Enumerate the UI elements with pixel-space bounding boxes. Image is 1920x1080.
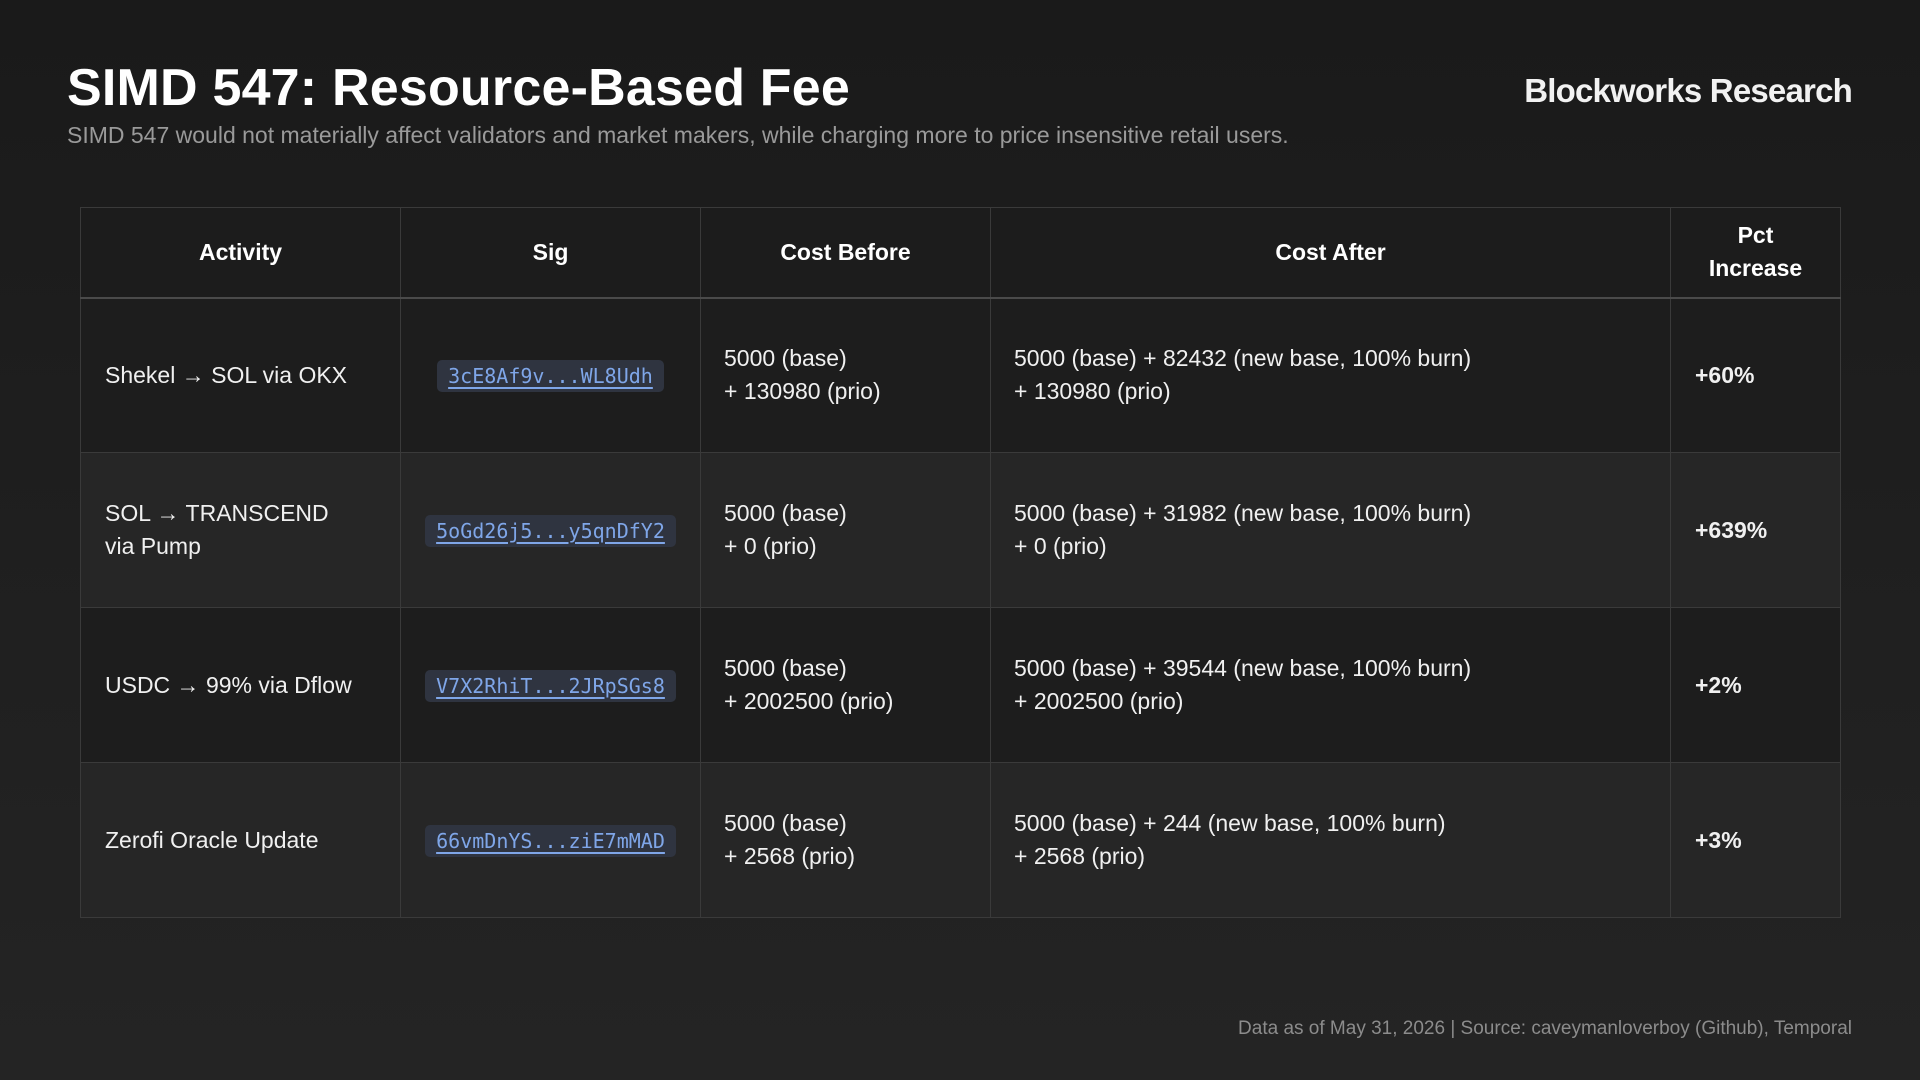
table-row: Shekel → SOL via OKX 3cE8Af9v...WL8Udh 5…: [80, 297, 1841, 453]
pct-increase-cell: +2%: [1670, 607, 1841, 763]
signature-link[interactable]: V7X2RhiT...2JRpSGs8: [425, 669, 676, 702]
source-footnote: Data as of May 31, 2026 | Source: caveym…: [1238, 1018, 1852, 1039]
cost-before-prio: + 2568 (prio): [724, 843, 856, 869]
cost-after-prio: + 2568 (prio): [1014, 843, 1146, 869]
pct-increase-cell: +60%: [1670, 297, 1841, 453]
cost-before-cell: 5000 (base) + 2568 (prio): [700, 762, 991, 918]
cost-before-base: 5000 (base): [724, 810, 847, 836]
cost-before-cell: 5000 (base) + 0 (prio): [700, 452, 991, 608]
signature-link[interactable]: 3cE8Af9v...WL8Udh: [437, 359, 664, 392]
cost-before-prio: + 2002500 (prio): [724, 688, 894, 714]
table-header-row: Activity Sig Cost Before Cost After Pct …: [80, 207, 1841, 299]
sig-cell: 66vmDnYS...ziE7mMAD: [400, 762, 701, 918]
page-subtitle: SIMD 547 would not materially affect val…: [67, 122, 1289, 148]
page-title: SIMD 547: Resource-Based Fee: [67, 59, 851, 117]
cost-after-cell: 5000 (base) + 31982 (new base, 100% burn…: [990, 452, 1671, 608]
cost-before-cell: 5000 (base) + 2002500 (prio): [700, 607, 991, 763]
cost-after-prio: + 130980 (prio): [1014, 378, 1171, 405]
cost-after-base: 5000 (base) + 31982 (new base, 100% burn…: [1014, 500, 1472, 526]
cost-before-base: 5000 (base): [724, 345, 847, 372]
column-header-sig: Sig: [400, 207, 701, 299]
cost-after-base: 5000 (base) + 82432 (new base, 100% burn…: [1014, 345, 1472, 372]
column-header-activity: Activity: [80, 207, 401, 299]
table-row: USDC → 99% via Dflow V7X2RhiT...2JRpSGs8…: [80, 607, 1841, 763]
cost-after-base: 5000 (base) + 39544 (new base, 100% burn…: [1014, 655, 1472, 681]
sig-cell: V7X2RhiT...2JRpSGs8: [400, 607, 701, 763]
cost-before-cell: 5000 (base) + 130980 (prio): [700, 297, 991, 453]
activity-cell: SOL → TRANSCEND via Pump: [80, 452, 401, 608]
sig-cell: 5oGd26j5...y5qnDfY2: [400, 452, 701, 608]
pct-increase-cell: +639%: [1670, 452, 1841, 608]
cost-after-base: 5000 (base) + 244 (new base, 100% burn): [1014, 810, 1446, 836]
fee-comparison-table-container: Activity Sig Cost Before Cost After Pct …: [80, 207, 1841, 918]
sig-cell: 3cE8Af9v...WL8Udh: [400, 297, 701, 453]
cost-before-base: 5000 (base): [724, 655, 847, 681]
table-row: SOL → TRANSCEND via Pump 5oGd26j5...y5qn…: [80, 452, 1841, 608]
cost-before-prio: + 0 (prio): [724, 533, 817, 559]
cost-after-prio: + 0 (prio): [1014, 533, 1107, 559]
signature-link[interactable]: 5oGd26j5...y5qnDfY2: [425, 514, 676, 547]
cost-after-cell: 5000 (base) + 244 (new base, 100% burn) …: [990, 762, 1671, 918]
column-header-pct-increase: Pct Increase: [1670, 207, 1841, 299]
page: SIMD 547: Resource-Based Fee SIMD 547 wo…: [0, 0, 1920, 1080]
cost-before-base: 5000 (base): [724, 500, 847, 526]
cost-after-cell: 5000 (base) + 82432 (new base, 100% burn…: [990, 297, 1671, 453]
cost-after-prio: + 2002500 (prio): [1014, 688, 1184, 714]
column-header-cost-before: Cost Before: [700, 207, 991, 299]
table-row: Zerofi Oracle Update 66vmDnYS...ziE7mMAD…: [80, 762, 1841, 918]
column-header-cost-after: Cost After: [990, 207, 1671, 299]
activity-cell: USDC → 99% via Dflow: [80, 607, 401, 763]
activity-cell: Shekel → SOL via OKX: [80, 297, 401, 453]
brand-logo-text: Blockworks Research: [1524, 72, 1853, 109]
cost-before-prio: + 130980 (prio): [724, 378, 881, 405]
pct-increase-cell: +3%: [1670, 762, 1841, 918]
signature-link[interactable]: 66vmDnYS...ziE7mMAD: [425, 824, 676, 857]
cost-after-cell: 5000 (base) + 39544 (new base, 100% burn…: [990, 607, 1671, 763]
fee-comparison-table: Activity Sig Cost Before Cost After Pct …: [80, 207, 1841, 918]
activity-cell: Zerofi Oracle Update: [80, 762, 401, 918]
